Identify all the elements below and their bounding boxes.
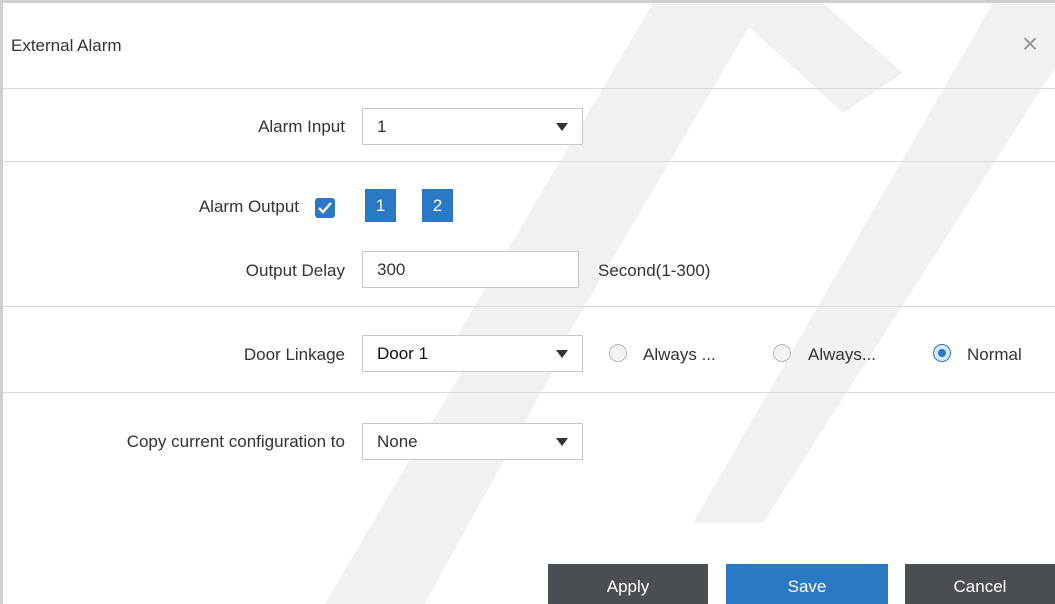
chevron-down-icon [556,123,568,131]
door-linkage-option-label: Always ... [643,345,716,364]
chevron-down-icon [556,350,568,358]
door-linkage-value: Door 1 [377,344,429,363]
check-icon [318,202,332,214]
apply-button[interactable]: Apply [548,564,708,604]
alarm-output-label: Alarm Output [198,197,299,216]
copy-config-select[interactable]: None [362,423,583,460]
door-linkage-select[interactable]: Door 1 [362,335,583,372]
divider [3,392,1055,393]
alarm-output-channel-1[interactable]: 1 [365,189,396,222]
cancel-button[interactable]: Cancel [905,564,1055,604]
alarm-output-checkbox[interactable] [315,198,335,218]
door-linkage-radio-normal[interactable] [933,344,951,362]
copy-config-label: Copy current configuration to [126,432,345,451]
watermark-graphic [324,3,1055,604]
door-linkage-radio-always-open[interactable] [609,344,627,362]
divider [3,161,1055,162]
divider [3,306,1055,307]
door-linkage-option-label: Always... [808,345,877,364]
door-linkage-option-label: Normal [967,345,1022,364]
external-alarm-dialog: External Alarm × Alarm Input 1 Alarm Out… [0,0,1055,604]
dialog-header: External Alarm × [3,3,1055,89]
alarm-input-label: Alarm Input [258,117,345,136]
output-delay-hint: Second(1-300) [598,261,711,280]
alarm-input-value: 1 [377,117,387,136]
output-delay-field[interactable]: 300 [362,251,579,288]
output-delay-label: Output Delay [245,261,345,280]
alarm-input-select[interactable]: 1 [362,108,583,145]
close-icon[interactable]: × [1015,29,1045,59]
chevron-down-icon [556,438,568,446]
door-linkage-label: Door Linkage [243,345,345,364]
door-linkage-radio-always-closed[interactable] [773,344,791,362]
save-button[interactable]: Save [726,564,888,604]
copy-config-value: None [377,432,418,451]
alarm-output-channel-2[interactable]: 2 [422,189,453,222]
dialog-title: External Alarm [11,36,122,55]
